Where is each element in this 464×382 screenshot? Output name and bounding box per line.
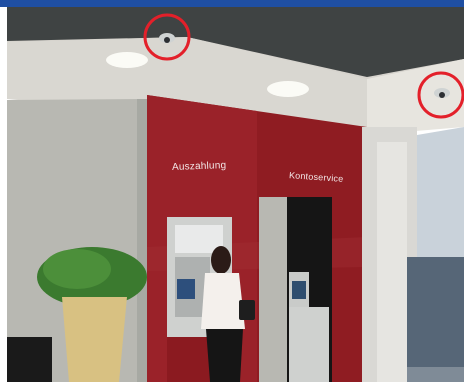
atm-right-screen [292, 281, 306, 299]
sign-auszahlung: Auszahlung [171, 160, 227, 173]
plant-pot [62, 297, 127, 382]
bank-atm-lobby-photo: Auszahlung Kontoservice [0, 0, 464, 382]
lockers [407, 257, 464, 367]
person-shirt [201, 273, 245, 329]
person-hair [211, 246, 231, 274]
person-pants [206, 329, 243, 382]
right-column-face [377, 142, 407, 382]
camera-lens-right [439, 92, 445, 98]
atm-left-screen [177, 279, 195, 299]
ceiling-light [267, 81, 309, 97]
atm-right-body [289, 307, 329, 382]
top-blue-bar [0, 0, 464, 7]
right-floor [407, 367, 464, 382]
plant-leaves-highlight [43, 249, 111, 289]
person-bag [239, 300, 255, 320]
ceiling-light [106, 52, 148, 68]
ceiling-camera-left [159, 33, 175, 43]
glass-partition [259, 197, 289, 382]
camera-lens-left [164, 37, 170, 43]
scene [7, 7, 464, 382]
sofa [7, 337, 52, 382]
ceiling-camera-right [434, 88, 450, 98]
